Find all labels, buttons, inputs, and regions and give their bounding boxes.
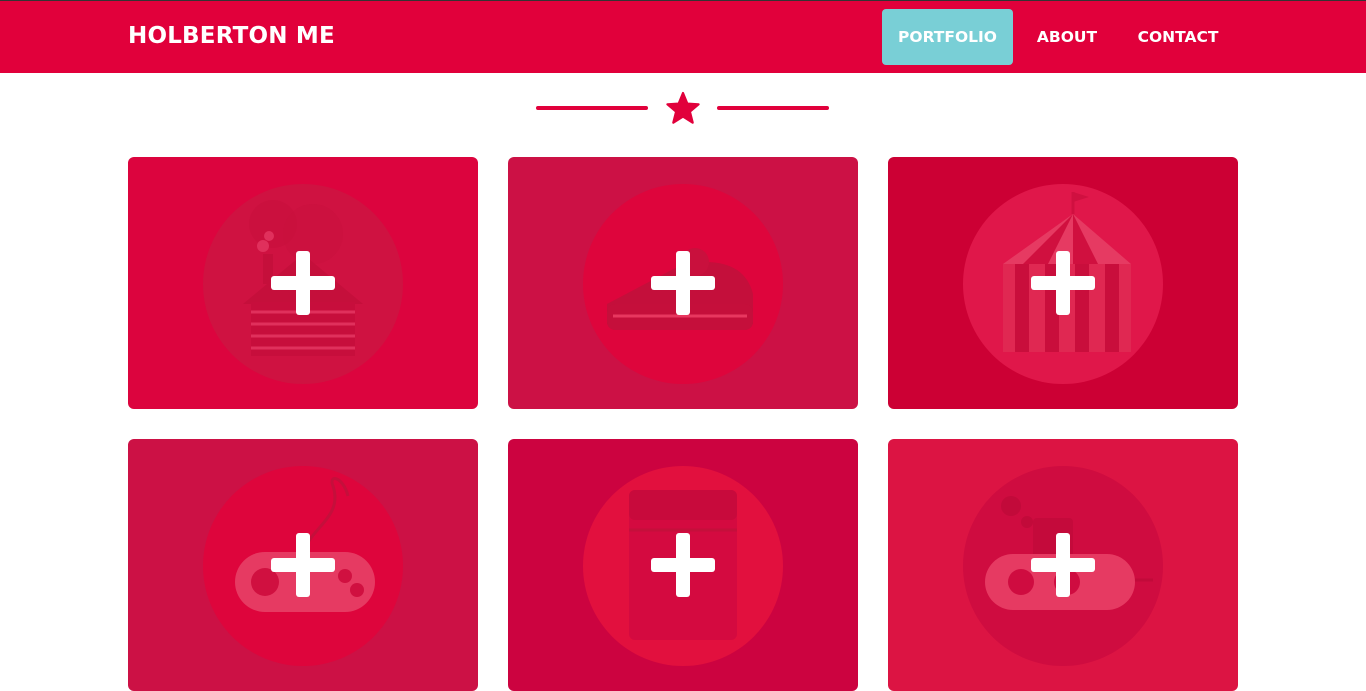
portfolio-item-game-controller[interactable] <box>128 439 478 691</box>
plus-icon <box>1031 533 1095 597</box>
plus-icon <box>651 251 715 315</box>
nav-contact[interactable]: CONTACT <box>1122 9 1234 65</box>
section-divider <box>536 90 830 130</box>
portfolio-item-circus-tent[interactable] <box>888 157 1238 409</box>
brand-logo[interactable]: HOLBERTON ME <box>128 23 335 49</box>
portfolio-item-safe[interactable] <box>508 439 858 691</box>
portfolio-item-cabin[interactable] <box>128 157 478 409</box>
nav-portfolio[interactable]: PORTFOLIO <box>882 9 1013 65</box>
star-icon <box>666 91 700 124</box>
plus-icon <box>271 533 335 597</box>
plus-icon <box>651 533 715 597</box>
navbar: HOLBERTON ME PORTFOLIO ABOUT CONTACT <box>0 1 1366 73</box>
plus-icon <box>1031 251 1095 315</box>
nav-about[interactable]: ABOUT <box>1024 9 1110 65</box>
portfolio-item-cake[interactable] <box>508 157 858 409</box>
plus-icon <box>271 251 335 315</box>
divider-line-left <box>536 106 648 110</box>
divider-line-right <box>717 106 829 110</box>
portfolio-item-submarine[interactable] <box>888 439 1238 691</box>
